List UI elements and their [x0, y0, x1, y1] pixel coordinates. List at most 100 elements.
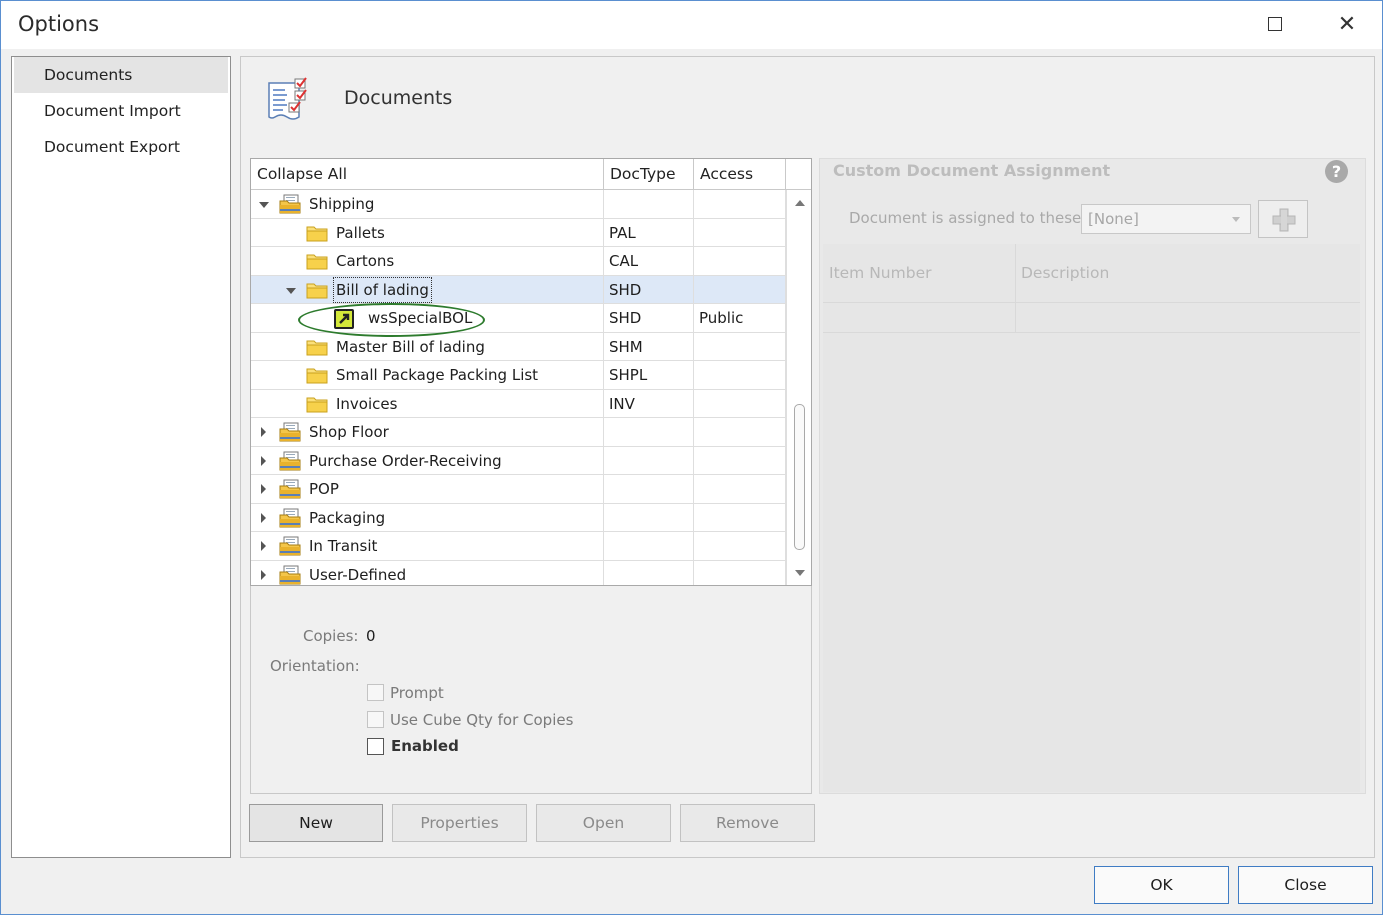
expand-arrow-icon[interactable]: [261, 455, 266, 466]
close-window-button[interactable]: ✕: [1327, 9, 1367, 39]
access-cell[interactable]: [694, 532, 786, 560]
access-cell[interactable]: [694, 503, 786, 531]
name-cell[interactable]: Small Package Packing List: [251, 361, 604, 389]
name-cell[interactable]: wsSpecialBOL: [251, 304, 604, 332]
properties-button[interactable]: Properties: [392, 804, 527, 842]
tree-row[interactable]: Cartons CAL: [251, 247, 786, 276]
row-label: Bill of lading: [333, 276, 432, 303]
description-header[interactable]: Description: [1021, 244, 1109, 302]
access-cell[interactable]: [694, 247, 786, 275]
doctype-cell[interactable]: [604, 503, 694, 531]
name-cell[interactable]: POP: [251, 475, 604, 503]
tree-row[interactable]: Master Bill of lading SHM: [251, 332, 786, 361]
tree-row[interactable]: Shipping: [251, 190, 786, 219]
access-cell[interactable]: [694, 446, 786, 474]
tree-row[interactable]: Bill of lading SHD: [251, 275, 786, 304]
tree-row[interactable]: POP: [251, 475, 786, 504]
maximize-button[interactable]: [1255, 9, 1295, 39]
document-checklist-icon: [268, 77, 307, 120]
name-cell[interactable]: Pallets: [251, 218, 604, 246]
prompt-label: Prompt: [390, 684, 444, 702]
item-number-header[interactable]: Item Number: [829, 244, 931, 302]
access-cell[interactable]: [694, 332, 786, 360]
name-cell[interactable]: Purchase Order-Receiving: [251, 446, 604, 474]
tree-row[interactable]: In Transit: [251, 532, 786, 561]
collapse-all-header[interactable]: Collapse All: [251, 159, 604, 190]
use-cube-qty-checkbox[interactable]: [367, 711, 384, 728]
close-button[interactable]: Close: [1238, 866, 1373, 904]
remove-button[interactable]: Remove: [680, 804, 815, 842]
name-cell[interactable]: In Transit: [251, 532, 604, 560]
doctype-cell[interactable]: [604, 190, 694, 218]
copies-value[interactable]: 0: [366, 627, 376, 645]
doctype-cell[interactable]: [604, 532, 694, 560]
access-cell[interactable]: [694, 389, 786, 417]
name-cell[interactable]: Packaging: [251, 503, 604, 531]
tree-row[interactable]: Invoices INV: [251, 389, 786, 418]
name-cell[interactable]: User-Defined: [251, 560, 604, 585]
name-cell[interactable]: Master Bill of lading: [251, 332, 604, 360]
enabled-checkbox[interactable]: [367, 738, 384, 755]
expand-arrow-icon[interactable]: [261, 484, 266, 494]
doctype-cell[interactable]: SHPL: [604, 361, 694, 389]
doctype-cell[interactable]: [604, 418, 694, 446]
nav-item-document-export[interactable]: Document Export: [14, 129, 228, 165]
scroll-up-icon[interactable]: [795, 200, 805, 206]
tree-row[interactable]: User-Defined: [251, 560, 786, 585]
scroll-thumb[interactable]: [794, 404, 805, 550]
collapse-arrow-icon[interactable]: [286, 287, 296, 294]
category-folder-icon: [279, 194, 301, 214]
nav-item-documents[interactable]: Documents: [14, 57, 228, 93]
column-divider: [1015, 244, 1016, 332]
name-cell[interactable]: Invoices: [251, 389, 604, 417]
doctype-cell[interactable]: CAL: [604, 247, 694, 275]
tree-row[interactable]: Pallets PAL: [251, 218, 786, 247]
access-cell[interactable]: [694, 361, 786, 389]
expand-arrow-icon[interactable]: [261, 569, 266, 580]
tree-row[interactable]: Small Package Packing List SHPL: [251, 361, 786, 390]
row-label: POP: [309, 480, 339, 498]
scroll-down-icon[interactable]: [795, 570, 805, 576]
doctype-cell[interactable]: SHD: [604, 304, 694, 332]
row-label: User-Defined: [309, 565, 407, 584]
access-cell[interactable]: Public: [694, 304, 786, 332]
tree-row[interactable]: Shop Floor: [251, 418, 786, 447]
nav-item-document-import[interactable]: Document Import: [14, 93, 228, 129]
plus-icon: [1272, 208, 1296, 232]
expand-arrow-icon[interactable]: [261, 427, 266, 437]
new-button[interactable]: New: [249, 804, 383, 842]
access-cell[interactable]: [694, 275, 786, 303]
access-cell[interactable]: [694, 218, 786, 246]
expand-arrow-icon[interactable]: [261, 512, 266, 523]
tree-row[interactable]: Packaging: [251, 503, 786, 532]
name-cell[interactable]: Shop Floor: [251, 418, 604, 446]
document-settings: [250, 586, 812, 794]
vertical-scrollbar[interactable]: [786, 190, 811, 585]
assigned-combo[interactable]: [None]: [1081, 204, 1251, 234]
doctype-cell[interactable]: SHM: [604, 332, 694, 360]
collapse-arrow-icon[interactable]: [259, 202, 269, 208]
tree-row[interactable]: Purchase Order-Receiving: [251, 446, 786, 475]
prompt-checkbox[interactable]: [367, 684, 384, 701]
name-cell[interactable]: Cartons: [251, 247, 604, 275]
access-column-header[interactable]: Access: [694, 159, 786, 190]
add-assignment-button[interactable]: [1258, 200, 1308, 238]
doctype-cell[interactable]: [604, 446, 694, 474]
access-cell[interactable]: [694, 475, 786, 503]
open-button[interactable]: Open: [536, 804, 671, 842]
access-cell[interactable]: [694, 560, 786, 585]
doctype-cell[interactable]: INV: [604, 389, 694, 417]
doctype-column-header[interactable]: DocType: [604, 159, 694, 190]
name-cell[interactable]: Shipping: [251, 190, 604, 218]
access-cell[interactable]: [694, 418, 786, 446]
doctype-cell[interactable]: PAL: [604, 218, 694, 246]
ok-button[interactable]: OK: [1094, 866, 1229, 904]
doctype-cell[interactable]: SHD: [604, 275, 694, 303]
doctype-cell[interactable]: [604, 475, 694, 503]
doctype-cell[interactable]: [604, 560, 694, 585]
expand-arrow-icon[interactable]: [261, 541, 266, 551]
name-cell[interactable]: Bill of lading: [251, 275, 604, 303]
help-icon[interactable]: ?: [1325, 160, 1348, 183]
tree-row[interactable]: wsSpecialBOL SHD Public: [251, 304, 786, 333]
access-cell[interactable]: [694, 190, 786, 218]
